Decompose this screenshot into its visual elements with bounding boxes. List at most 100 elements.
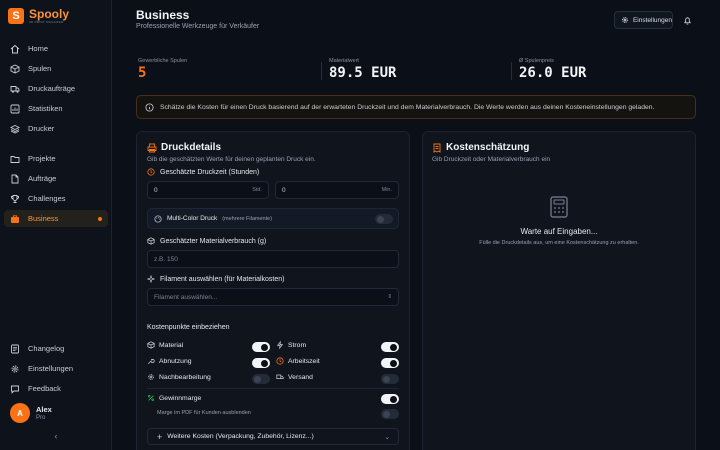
hide-margin-toggle[interactable] — [381, 409, 399, 419]
minutes-input[interactable]: 0 Min. — [275, 181, 399, 199]
gear-icon — [11, 365, 19, 372]
box-icon — [10, 63, 20, 74]
hours-unit: Std. — [252, 187, 262, 193]
stat-material-value: Materialwert 89.5 EUR — [329, 58, 396, 81]
multicolor-toggle[interactable] — [375, 214, 393, 224]
hours-input[interactable]: 0 Std. — [147, 181, 269, 199]
material-toggle[interactable] — [252, 342, 270, 352]
sidebar-item-druckauftraege[interactable]: Druckaufträge — [4, 80, 108, 97]
minutes-unit: Min. — [381, 187, 392, 193]
sidebar-item-home[interactable]: Home — [4, 40, 108, 57]
print-time-label: Geschätzte Druckzeit (Stunden) — [147, 168, 259, 176]
stat-value: 89.5 EUR — [329, 65, 397, 81]
user-profile[interactable]: A Alex Pro — [10, 403, 52, 423]
material-label: Geschätzter Materialverbrauch (g) — [147, 237, 266, 245]
bell-icon — [683, 16, 691, 24]
stat-avg-spool-price: Ø Spulenpreis 26.0 EUR — [519, 58, 586, 81]
sidebar-item-label: Challenges — [28, 194, 66, 203]
gear-icon — [622, 17, 628, 23]
sidebar-item-projekte[interactable]: Projekte — [4, 150, 108, 167]
cost-item-label: Arbeitszeit — [288, 357, 320, 365]
sidebar-item-spulen[interactable]: Spulen — [4, 60, 108, 77]
settings-button[interactable]: Einstellungen — [614, 11, 673, 29]
collapse-sidebar-icon[interactable]: ‹ — [50, 430, 62, 442]
sidebar-item-label: Projekte — [28, 154, 56, 163]
material-placeholder: z.B. 150 — [154, 255, 178, 263]
card-title-text: Druckdetails — [161, 142, 222, 153]
stat-label: Materialwert — [329, 58, 359, 64]
more-costs-label: Weitere Kosten (Verpackung, Zubehör, Liz… — [167, 433, 314, 440]
margin-toggle[interactable] — [381, 394, 399, 404]
cost-estimate-title: Kostenschätzung — [432, 142, 529, 153]
percent-icon — [147, 394, 154, 401]
brand-tagline: 3D PRINT MANAGER — [29, 20, 64, 24]
home-icon — [10, 44, 20, 53]
sidebar-item-statistiken[interactable]: Statistiken — [4, 100, 108, 117]
label-text: Geschätzte Druckzeit (Stunden) — [160, 168, 260, 176]
cost-item-abnutzung: Abnutzung — [147, 357, 192, 365]
label-text: Geschätzter Materialverbrauch (g) — [160, 237, 267, 245]
hide-margin-label: Marge im PDF für Kunden ausblenden — [157, 410, 251, 416]
card-title-text: Kostenschätzung — [446, 142, 530, 153]
multicolor-row: Multi-Color Druck (mehrere Filamente) — [147, 208, 399, 229]
notifications-button[interactable] — [679, 11, 695, 29]
hours-value: 0 — [154, 186, 158, 194]
sidebar-item-feedback[interactable]: Feedback — [4, 380, 108, 397]
layers-icon — [10, 124, 20, 134]
cost-item-label: Gewinnmarge — [159, 394, 202, 402]
stat-label: Ø Spulenpreis — [519, 58, 554, 64]
versand-toggle[interactable] — [381, 374, 399, 384]
user-role: Pro — [36, 415, 46, 421]
arbeitszeit-toggle[interactable] — [381, 358, 399, 368]
cost-item-label: Versand — [288, 373, 313, 381]
folder-icon — [10, 155, 20, 163]
gear-icon — [148, 374, 154, 380]
sidebar-item-business[interactable]: Business — [4, 210, 108, 227]
truck-icon — [10, 85, 20, 93]
plus-icon: + — [157, 431, 163, 442]
filament-placeholder: Filament auswählen... — [154, 293, 218, 301]
costs-heading: Kostenpunkte einbeziehen — [147, 324, 230, 331]
chart-icon — [10, 104, 20, 113]
sparkle-icon — [147, 275, 155, 283]
cost-item-label: Abnutzung — [159, 357, 192, 365]
stat-commercial-spools: Gewerbliche Spulen 5 — [138, 58, 187, 81]
sidebar: S Spooly 3D PRINT MANAGER Home Spulen Dr… — [0, 0, 112, 450]
clock-icon — [276, 357, 284, 365]
receipt-icon — [433, 143, 441, 153]
stat-divider — [511, 62, 512, 80]
calculator-icon — [550, 196, 568, 218]
sidebar-item-label: Einstellungen — [28, 364, 74, 373]
material-input[interactable]: z.B. 150 — [147, 250, 399, 268]
nachbearbeitung-toggle[interactable] — [252, 374, 270, 384]
logo[interactable]: S Spooly 3D PRINT MANAGER — [8, 8, 69, 24]
cost-item-label: Nachbearbeitung — [159, 373, 211, 381]
trophy-icon — [11, 194, 19, 203]
sidebar-item-label: Aufträge — [28, 174, 57, 183]
sidebar-item-label: Feedback — [28, 384, 61, 393]
more-costs-button[interactable]: + Weitere Kosten (Verpackung, Zubehör, L… — [147, 428, 399, 445]
sidebar-item-label: Statistiken — [28, 104, 63, 113]
sidebar-item-label: Drucker — [28, 124, 55, 133]
abnutzung-toggle[interactable] — [252, 358, 270, 368]
sidebar-item-auftraege[interactable]: Aufträge — [4, 170, 108, 187]
multicolor-hint: (mehrere Filamente) — [222, 215, 273, 222]
cost-item-label: Strom — [288, 341, 307, 349]
lightning-icon — [276, 341, 284, 349]
truck-icon — [276, 374, 284, 379]
sidebar-item-challenges[interactable]: Challenges — [4, 190, 108, 207]
logo-icon: S — [8, 8, 24, 24]
cost-item-versand: Versand — [276, 373, 313, 381]
cost-item-material: Material — [147, 341, 183, 349]
filament-select[interactable]: Filament auswählen... ⇕ — [147, 288, 399, 306]
empty-state-title: Warte auf Eingaben... — [520, 227, 598, 236]
cost-item-strom: Strom — [276, 341, 306, 349]
multicolor-label: Multi-Color Druck — [167, 215, 218, 222]
strom-toggle[interactable] — [381, 342, 399, 352]
doc-icon — [11, 344, 19, 353]
sidebar-item-label: Druckaufträge — [28, 84, 76, 93]
sidebar-item-einstellungen[interactable]: Einstellungen — [4, 360, 108, 377]
sidebar-item-drucker[interactable]: Drucker — [4, 120, 108, 137]
sidebar-item-changelog[interactable]: Changelog — [4, 340, 108, 357]
user-name: Alex — [36, 405, 52, 414]
